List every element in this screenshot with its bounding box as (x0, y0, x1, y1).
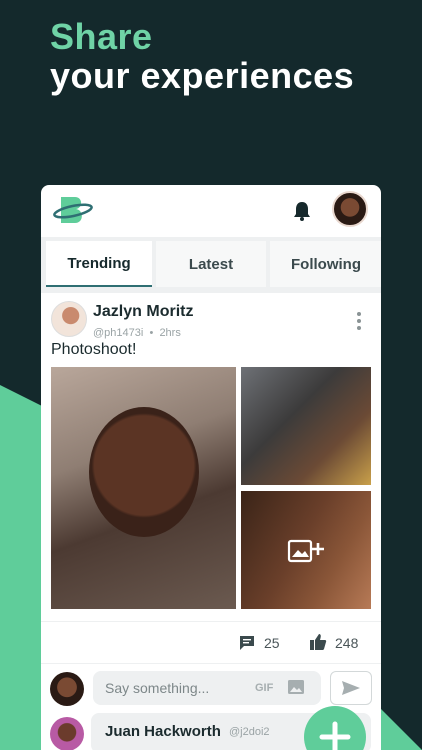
thumbs-up-icon[interactable] (309, 633, 327, 651)
post-stats: 25 248 (41, 621, 381, 663)
photo-top-right[interactable] (241, 367, 371, 485)
reply-author[interactable]: Juan Hackworth (105, 723, 221, 740)
photo-main[interactable] (51, 367, 236, 609)
send-icon (342, 681, 360, 695)
brand-logo-icon[interactable] (53, 195, 93, 227)
comment-icon[interactable] (239, 635, 255, 651)
image-icon[interactable] (287, 679, 305, 695)
composer-avatar (50, 672, 84, 706)
gif-button[interactable]: GIF (255, 682, 273, 694)
author-avatar[interactable] (51, 301, 87, 337)
feed-tabs: Trending Latest Following (41, 237, 381, 293)
meta-separator: • (149, 327, 154, 339)
plus-icon (319, 721, 351, 750)
post-time: 2hrs (159, 327, 181, 339)
comment-count: 25 (264, 635, 280, 651)
reply-handle: @j2doi2 (229, 726, 270, 738)
author-name[interactable]: Jazlyn Moritz (93, 303, 193, 321)
author-meta: @ph1473i • 2hrs (93, 327, 181, 339)
reply-avatar[interactable] (50, 717, 84, 750)
photo-bottom-right[interactable] (241, 491, 371, 609)
add-photo-icon (287, 539, 324, 563)
author-handle: @ph1473i (93, 327, 144, 339)
kebab-menu-icon[interactable] (357, 312, 361, 330)
bell-icon[interactable] (293, 201, 311, 221)
tab-latest[interactable]: Latest (156, 241, 266, 287)
like-count: 248 (335, 635, 359, 651)
tab-trending[interactable]: Trending (46, 241, 152, 287)
top-bar (41, 185, 381, 237)
user-avatar[interactable] (332, 191, 368, 227)
photo-gallery (41, 367, 381, 617)
send-button[interactable] (330, 671, 372, 705)
post-text: Photoshoot! (51, 341, 137, 358)
headline-line-1: Share (50, 16, 153, 57)
headline-line-2: your experiences (50, 54, 355, 96)
post-header: Jazlyn Moritz @ph1473i • 2hrs (41, 293, 381, 341)
promo-headline: Share your experiences (50, 16, 355, 96)
tab-following[interactable]: Following (270, 241, 381, 287)
comment-composer: GIF (41, 663, 381, 711)
app-screen: Trending Latest Following Jazlyn Moritz … (41, 185, 381, 750)
